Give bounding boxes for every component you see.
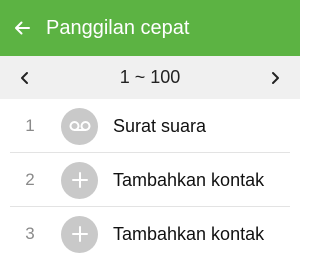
speed-dial-item-1[interactable]: 1 Surat suara — [0, 99, 300, 153]
page-title: Panggilan cepat — [46, 16, 190, 39]
speed-dial-item-2[interactable]: 2 Tambahkan kontak — [0, 153, 300, 207]
speed-dial-label: Tambahkan kontak — [113, 223, 265, 244]
chevron-left-icon — [21, 71, 28, 84]
next-range-button[interactable] — [250, 56, 300, 99]
voicemail-icon — [61, 107, 98, 145]
app-bar: Panggilan cepat — [0, 0, 300, 56]
range-label: 1 ~ 100 — [119, 67, 181, 87]
back-button[interactable] — [2, 0, 42, 56]
plus-icon — [61, 215, 98, 253]
range-selector: 1 ~ 100 — [0, 56, 300, 99]
previous-range-button[interactable] — [0, 56, 50, 99]
speed-dial-item-3[interactable]: 3 Tambahkan kontak — [0, 207, 300, 261]
speed-dial-label: Surat suara — [113, 115, 207, 136]
speed-dial-number: 3 — [25, 224, 35, 243]
speed-dial-list: 1 Surat suara 2 Tambahkan kontak 3 Tamba… — [0, 99, 300, 261]
plus-icon — [61, 161, 98, 199]
speed-dial-number: 1 — [25, 116, 35, 135]
chevron-right-icon — [272, 71, 279, 84]
speed-dial-number: 2 — [25, 170, 35, 189]
speed-dial-label: Tambahkan kontak — [113, 169, 265, 190]
arrow-left-icon — [15, 21, 30, 35]
